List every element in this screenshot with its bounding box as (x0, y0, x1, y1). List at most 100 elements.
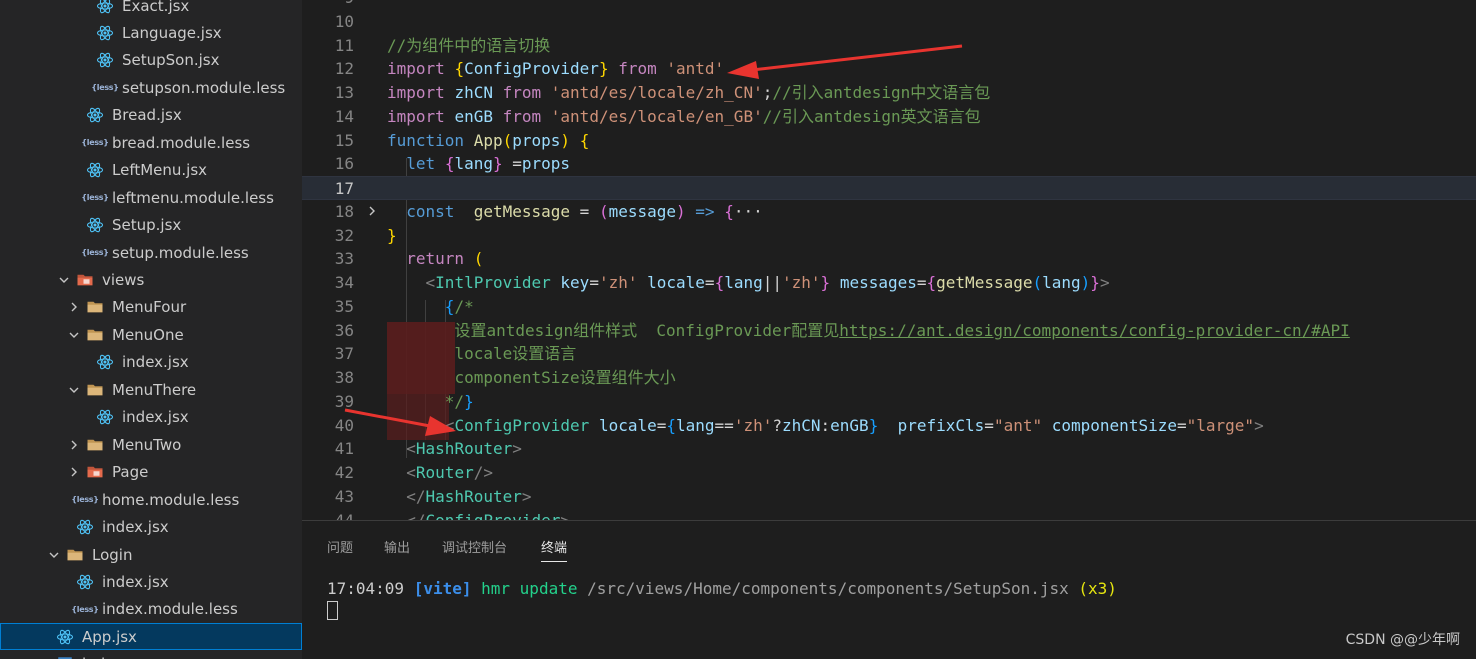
tree-item-label: index (82, 655, 123, 659)
tree-item-label: Exact.jsx (122, 0, 190, 15)
tree-item-menuthere[interactable]: MenuThere (0, 376, 302, 403)
tree-item-label: Page (112, 463, 149, 482)
tree-item-setupson-module-less[interactable]: {less} setupson.module.less (0, 74, 302, 101)
tree-item-views[interactable]: views (0, 267, 302, 294)
code-token: from (502, 83, 542, 102)
tree-item-bread-jsx[interactable]: Bread.jsx (0, 102, 302, 129)
tab-problems[interactable]: 问题 (327, 537, 353, 561)
tree-item-setupson-jsx[interactable]: SetupSon.jsx (0, 47, 302, 74)
code-line-33[interactable]: 33 return ( (302, 247, 1476, 271)
folder-icon (86, 436, 104, 454)
code-line-43[interactable]: 43 </HashRouter> (302, 485, 1476, 509)
line-code: <HashRouter> (387, 437, 522, 461)
tree-item-exact-jsx[interactable]: Exact.jsx (0, 0, 302, 19)
tree-item-menutwo[interactable]: MenuTwo (0, 431, 302, 458)
tree-item-index-jsx[interactable]: index.jsx (0, 404, 302, 431)
code-line-14[interactable]: 14 import enGB from 'antd/es/locale/en_GB… (302, 105, 1476, 129)
chevron-down-icon[interactable] (66, 382, 82, 398)
tree-item-label: Language.jsx (122, 23, 222, 42)
code-line-41[interactable]: 41 <HashRouter> (302, 437, 1476, 461)
less-badge: {less} (81, 248, 109, 258)
code-line-39[interactable]: 39 */} (302, 390, 1476, 414)
tree-item-setup-jsx[interactable]: Setup.jsx (0, 212, 302, 239)
tree-item-leftmenu-module-less[interactable]: {less} leftmenu.module.less (0, 184, 302, 211)
terminal-cursor[interactable] (327, 601, 338, 620)
tab-output[interactable]: 输出 (384, 537, 410, 561)
code-line-16[interactable]: 16 let {lang} =props (302, 152, 1476, 176)
code-token: IntlProvider (435, 273, 551, 292)
tree-item-label: Setup.jsx (112, 216, 182, 235)
code-token: Router (415, 463, 474, 482)
code-token: = (704, 273, 715, 292)
fold-chevron-icon[interactable] (366, 205, 378, 217)
tree-item-label: index.jsx (102, 518, 169, 537)
chevron-down-icon[interactable] (46, 547, 62, 563)
code-line-17[interactable]: 17 (302, 176, 1476, 200)
tree-item-index-jsx[interactable]: index.jsx (0, 568, 302, 595)
react-file-icon (96, 24, 114, 42)
code-token: /* (454, 296, 474, 316)
chevron-right-icon[interactable] (66, 299, 82, 315)
code-line-18[interactable]: 18 const getMessage = (message) => {··· (302, 200, 1476, 224)
line-number: 35 (334, 296, 354, 316)
tab-debug-console[interactable]: 调试控制台 (442, 537, 507, 561)
code-token: ConfigProvider (454, 415, 590, 435)
code-token: > (560, 510, 571, 521)
code-line-42[interactable]: 42 <Router/> (302, 461, 1476, 485)
line-code: <ConfigProvider locale={lang=='zh'?zhCN:… (387, 414, 1264, 438)
code-line-15[interactable]: 15 function App(props) { (302, 129, 1476, 153)
tree-item-index-jsx[interactable]: index.jsx (0, 349, 302, 376)
code-line-9[interactable]: 9 (302, 0, 1476, 10)
code-line-36[interactable]: 36 设置antdesign组件样式 ConfigProvider配置见http… (302, 319, 1476, 343)
code-line-10[interactable]: 10 (302, 10, 1476, 34)
chevron-down-icon[interactable] (66, 327, 82, 343)
tree-item-page[interactable]: Page (0, 459, 302, 486)
code-line-12[interactable]: 12 import {ConfigProvider} from 'antd' (302, 57, 1476, 81)
line-code: import zhCN from 'antd/es/locale/zh_CN';… (387, 81, 990, 105)
code-editor[interactable]: 91011//为组件中的语言切换12import {ConfigProvider… (302, 0, 1476, 520)
tree-item-index[interactable]: index (0, 651, 302, 659)
code-line-32[interactable]: 32} (302, 224, 1476, 248)
code-token: > (1099, 273, 1110, 292)
tree-item-app-jsx[interactable]: App.jsx (0, 623, 302, 651)
tree-item-index-module-less[interactable]: {less} index.module.less (0, 596, 302, 623)
react-file-icon (56, 628, 74, 646)
code-token: ( (598, 201, 609, 221)
less-file-icon: {less} (81, 244, 109, 262)
code-line-34[interactable]: 34 <IntlProvider key='zh' locale={lang||… (302, 271, 1476, 295)
code-token: from (618, 59, 657, 79)
tree-item-home-module-less[interactable]: {less} home.module.less (0, 486, 302, 513)
code-token: || (762, 273, 782, 292)
code-line-11[interactable]: 11 //为组件中的语言切换 (302, 34, 1476, 58)
code-token: 设置antdesign组件样式 ConfigProvider配置见 (454, 320, 840, 340)
tree-item-menuone[interactable]: MenuOne (0, 321, 302, 348)
bottom-panel: 问题 输出 调试控制台 终端 17:04:09 [vite] hmr updat… (302, 520, 1476, 659)
code-line-13[interactable]: 13 import zhCN from 'antd/es/locale/zh_CN… (302, 81, 1476, 105)
code-line-40[interactable]: 40 <ConfigProvider locale={lang=='zh'?zh… (302, 414, 1476, 438)
code-token: key (560, 273, 590, 292)
chevron-down-icon[interactable] (56, 272, 72, 288)
tree-item-login[interactable]: Login (0, 541, 302, 568)
code-token: const (406, 201, 455, 221)
code-line-44[interactable]: 44 </ConfigProvider> (302, 509, 1476, 521)
tree-item-bread-module-less[interactable]: {less} bread.module.less (0, 129, 302, 156)
code-token: "ant" (993, 415, 1043, 435)
code-line-35[interactable]: 35 {/* (302, 295, 1476, 319)
code-token: import (387, 83, 445, 102)
tab-terminal[interactable]: 终端 (541, 537, 568, 562)
tree-item-setup-module-less[interactable]: {less} setup.module.less (0, 239, 302, 266)
code-line-38[interactable]: 38 componentSize设置组件大小 (302, 366, 1476, 390)
code-line-37[interactable]: 37 locale设置语言 (302, 342, 1476, 366)
chevron-right-icon[interactable] (66, 437, 82, 453)
tree-item-language-jsx[interactable]: Language.jsx (0, 19, 302, 46)
tree-item-index-jsx[interactable]: index.jsx (0, 514, 302, 541)
tree-item-menufour[interactable]: MenuFour (0, 294, 302, 321)
tree-item-leftmenu-jsx[interactable]: LeftMenu.jsx (0, 157, 302, 184)
line-code: return ( (387, 247, 483, 271)
chevron-right-icon[interactable] (66, 464, 82, 480)
